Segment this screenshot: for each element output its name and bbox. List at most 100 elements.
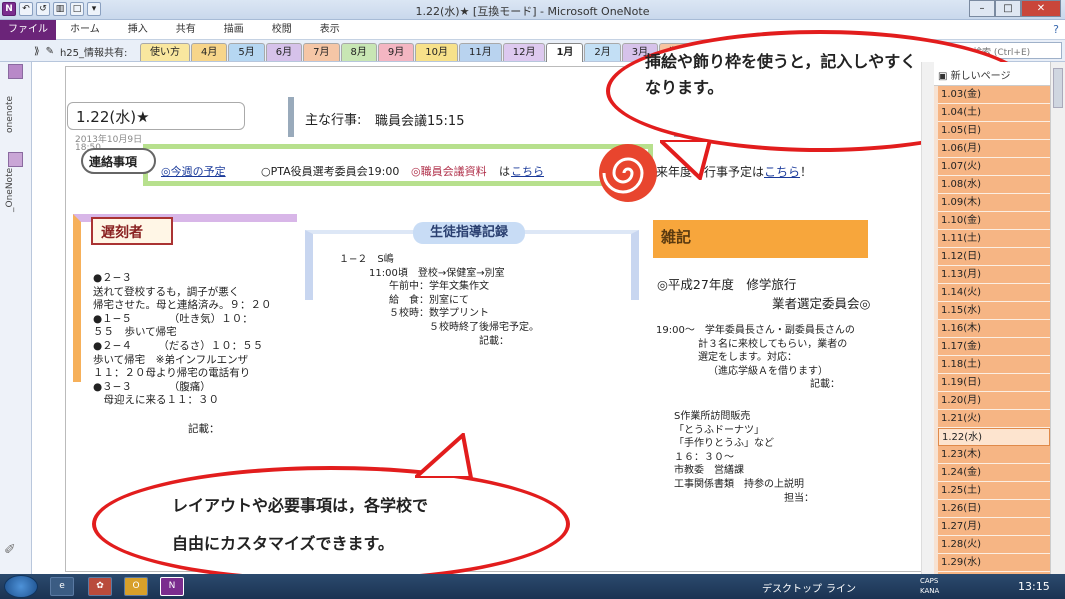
next-year-link[interactable]: こちら xyxy=(764,165,800,179)
callout-top-pointer-icon xyxy=(660,140,713,180)
tab-file[interactable]: ファイル xyxy=(0,19,56,40)
onenote-taskbar-icon[interactable]: N xyxy=(160,577,184,596)
callout-bottom-text: レイアウトや必要事項は，各学校で 自由にカスタマイズできます。 xyxy=(172,487,428,563)
text-line: 「手作りとうふ」など xyxy=(674,438,774,450)
pages-scrollbar[interactable] xyxy=(1050,62,1065,574)
text-line: 歩いて帰宅 ※弟インフルエンザ xyxy=(93,353,249,366)
tab-insert[interactable]: 挿入 xyxy=(114,20,162,40)
page-list-item[interactable]: 1.08(水) xyxy=(938,176,1050,194)
page-list-item[interactable]: 1.29(水) xyxy=(938,554,1050,572)
section-tab[interactable]: 8月 xyxy=(340,43,377,61)
page-list-item[interactable]: 1.27(月) xyxy=(938,518,1050,536)
close-button[interactable]: ✕ xyxy=(1021,0,1061,17)
section-tab[interactable]: 6月 xyxy=(265,43,303,61)
ie-icon[interactable]: e xyxy=(50,577,74,596)
tab-view[interactable]: 表示 xyxy=(306,20,354,40)
page-list-item[interactable]: 1.09(木) xyxy=(938,194,1050,212)
page-list-item[interactable]: 1.14(火) xyxy=(938,284,1050,302)
start-button[interactable] xyxy=(4,575,38,598)
chikoku-body[interactable]: ●２−３ 送れて登校するも，調子が悪く 帰宅させた。母と連絡済み。９：２０ ●１−５ … xyxy=(93,272,272,408)
section-tab[interactable]: 4月 xyxy=(191,43,228,61)
text-line: ●２−３ xyxy=(93,272,132,284)
page-list-item[interactable]: 1.06(月) xyxy=(938,140,1050,158)
app-icon[interactable]: ✿ xyxy=(88,577,112,596)
text-line: 担当： xyxy=(784,492,814,504)
page-list-item[interactable]: 1.20(月) xyxy=(938,392,1050,410)
notebook-name[interactable]: h25_情報共有: xyxy=(60,44,127,59)
section-tab[interactable]: 12月 xyxy=(502,43,546,61)
page-list-item[interactable]: 1.24(金) xyxy=(938,464,1050,482)
page-list-item[interactable]: 1.21(火) xyxy=(938,410,1050,428)
section-tab[interactable]: 2月 xyxy=(584,43,621,61)
help-icon[interactable]: ? xyxy=(1053,23,1059,36)
page-list-item[interactable]: 1.18(土) xyxy=(938,356,1050,374)
clock: 13:15 xyxy=(1018,580,1050,593)
callout-top-text: 挿絵や飾り枠を使うと，記入しやすく なります。 xyxy=(645,49,916,101)
desktop-toolbar[interactable]: デスクトップ xyxy=(762,580,822,595)
page-list-item[interactable]: 1.22(水) xyxy=(938,428,1050,446)
next-year-suffix: ！ xyxy=(800,165,813,179)
page-title[interactable]: 1.22(水)★ xyxy=(67,102,245,130)
expand-icon[interactable]: ⟫ xyxy=(34,46,40,57)
text-line: （進応学級Ａを借ります） xyxy=(708,365,828,377)
page-list-item[interactable]: 1.16(木) xyxy=(938,320,1050,338)
text-line: 給 食：別室にて xyxy=(389,294,469,306)
unfiled-notes-icon[interactable]: ✐ xyxy=(4,542,26,562)
tab-draw[interactable]: 描画 xyxy=(210,20,258,40)
outlook-icon[interactable]: O xyxy=(124,577,148,596)
page-list-item[interactable]: 1.17(金) xyxy=(938,338,1050,356)
text-line: 帰宅させた。母と連絡済み。９：２０ xyxy=(93,299,272,312)
notebook-icon[interactable] xyxy=(8,64,23,79)
new-page-button[interactable]: ▣ 新しいページ xyxy=(934,62,1050,86)
page-scrollbar[interactable] xyxy=(921,62,934,574)
text-line: ５校時終了後帰宅予定。 xyxy=(429,321,539,333)
text-line: 「とうふドーナツ」 xyxy=(674,424,764,436)
section-tab[interactable]: 10月 xyxy=(415,43,458,61)
tab-review[interactable]: 校閲 xyxy=(258,20,306,40)
maximize-button[interactable]: □ xyxy=(995,0,1021,17)
zakki2-body[interactable]: S作業所訪問販売 「とうふドーナツ」 「手作りとうふ」など １６：３０〜 市教委 営繕課… xyxy=(674,410,814,505)
page-list-item[interactable]: 1.07(火) xyxy=(938,158,1050,176)
page-list-item[interactable]: 1.28(火) xyxy=(938,536,1050,554)
callout-bottom-line1: レイアウトや必要事項は，各学校で xyxy=(172,496,429,515)
seito-body[interactable]: １−２ S嶋 11:00頃 登校→保健室→別室 午前中：学年文集作文給 食：別室にて… xyxy=(339,253,539,348)
text-line: 記載： xyxy=(810,379,840,391)
text-line: 選定をします。対応： xyxy=(698,352,797,364)
section-tab[interactable]: 7月 xyxy=(303,43,340,61)
page-list-item[interactable]: 1.04(土) xyxy=(938,104,1050,122)
text-line: 午前中：学年文集作文 xyxy=(389,281,489,293)
notebook-tab-onenote[interactable]: onenote xyxy=(5,84,27,144)
scroll-thumb[interactable] xyxy=(1053,68,1063,108)
section-tab[interactable]: 使い方 xyxy=(140,43,190,61)
event-value[interactable]: 職員会議15:15 xyxy=(375,110,464,129)
zakki-body[interactable]: 19:00〜 学年委員長さん・副委員長さんの 計３名に来校してもらい，業者の 選定を… xyxy=(656,324,855,392)
section-tab[interactable]: 9月 xyxy=(377,43,415,61)
page-list-item[interactable]: 1.19(日) xyxy=(938,374,1050,392)
section-tab[interactable]: 11月 xyxy=(458,43,502,61)
page-list-item[interactable]: 1.23(木) xyxy=(938,446,1050,464)
tab-share[interactable]: 共有 xyxy=(162,20,210,40)
page-list-item[interactable]: 1.25(土) xyxy=(938,482,1050,500)
page-list-item[interactable]: 1.10(金) xyxy=(938,212,1050,230)
notebook-tab-onenote2[interactable]: _OneNote xyxy=(5,168,27,212)
pta-note: ○PTA役員選考委員会19:00 xyxy=(261,165,400,178)
page-list-item[interactable]: 1.15(水) xyxy=(938,302,1050,320)
minimize-button[interactable]: – xyxy=(969,0,995,17)
text-line: 記載： xyxy=(479,335,509,347)
tab-home[interactable]: ホーム xyxy=(56,20,114,40)
line-toolbar[interactable]: ライン xyxy=(826,580,856,595)
section-tab[interactable]: 5月 xyxy=(228,43,265,61)
page-list-item[interactable]: 1.12(日) xyxy=(938,248,1050,266)
page-list-item[interactable]: 1.26(日) xyxy=(938,500,1050,518)
page-list-item[interactable]: 1.03(金) xyxy=(938,86,1050,104)
text-line: １１：２０母より帰宅の電話有り xyxy=(93,367,251,380)
notebook-icon[interactable] xyxy=(8,152,23,167)
page-list-item[interactable]: 1.13(月) xyxy=(938,266,1050,284)
event-label: 主な行事: xyxy=(305,113,362,128)
kaigi-doc-link[interactable]: こちら xyxy=(511,163,544,179)
page-list-item[interactable]: 1.11(土) xyxy=(938,230,1050,248)
text-line: ５校時：数学プリント xyxy=(389,308,489,320)
link-this-week[interactable]: ◎今週の予定 xyxy=(161,163,226,179)
page-list-item[interactable]: 1.05(日) xyxy=(938,122,1050,140)
section-tab[interactable]: 1月 xyxy=(546,43,584,63)
